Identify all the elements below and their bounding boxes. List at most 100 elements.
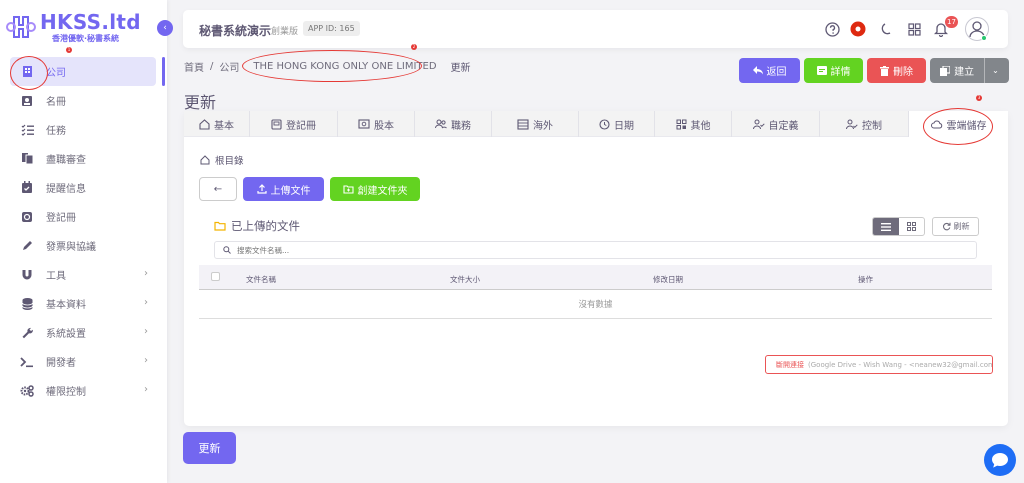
chevron-right-icon: › [144,268,148,279]
clock-icon [599,118,610,130]
tab-other[interactable]: 其他 [655,111,732,137]
tab-custom[interactable]: 自定義 [732,111,820,137]
column-modified-date[interactable]: 修改日期 [653,274,683,285]
tab-label: 日期 [614,120,634,132]
calendar-check-icon [20,181,34,195]
sidebar-item-label: 工具 [46,271,66,282]
sidebar-item-label: 提醒信息 [46,184,86,195]
tab-share-capital[interactable]: 股本 [338,111,415,137]
sidebar: HKSS.ltd 香港優軟·秘書系統 公司 名冊 任務 盡職審查 提醒信息 登記… [0,0,167,483]
sidebar-item-label: 任務 [46,126,66,137]
pen-icon [20,239,34,253]
sidebar-item-label: 登記冊 [46,213,76,224]
tab-label: 職務 [451,120,471,132]
sidebar-item-developer[interactable]: 開發者 › [10,347,156,376]
brand-logo[interactable]: HKSS.ltd 香港優軟·秘書系統 [6,10,141,46]
grid-apps-icon[interactable] [906,21,922,37]
brand-title: HKSS.ltd [40,10,141,34]
storage-toolbar: ← 上傳文件 創建文件夾 [199,177,420,201]
column-actions: 操作 [858,275,873,284]
delete-button[interactable]: 刪除 [867,58,926,83]
tab-label: 海外 [533,120,553,132]
documents-icon [20,152,34,166]
file-table-header: 文件名稱 文件大小 修改日期 操作 [199,265,992,290]
breadcrumb-company[interactable]: 公司 [219,59,239,74]
tab-cloud-storage[interactable]: 雲端儲存 [909,111,1008,137]
file-search-input[interactable] [237,245,937,255]
sidebar-item-due-diligence[interactable]: 盡職審查 [10,144,156,173]
create-folder-button[interactable]: 創建文件夾 [330,177,420,201]
breadcrumb-home[interactable]: 首頁 [184,59,204,74]
notification-badge: 17 [945,16,958,28]
sidebar-item-basic-data[interactable]: 基本資料 › [10,289,156,318]
tab-label: 基本 [214,120,234,132]
magnet-icon [20,268,34,282]
sidebar-item-label: 名冊 [46,97,66,108]
details-button[interactable]: 詳情 [804,58,863,83]
sidebar-item-invoices[interactable]: 發票與協議 [10,231,156,260]
chat-button[interactable] [984,444,1016,476]
refresh-button[interactable]: 刷新 [932,217,979,236]
tab-label: 登記冊 [286,120,316,132]
sidebar-item-tasks[interactable]: 任務 [10,115,156,144]
chevron-right-icon: › [144,384,148,395]
sidebar-item-permissions[interactable]: 權限控制 › [10,376,156,405]
task-list-icon [20,123,34,137]
tab-label: 雲端儲存 [946,120,987,132]
sidebar-nav: 公司 名冊 任務 盡職審查 提醒信息 登記冊 發票與協議 工具 › 基本資料 ›… [10,57,156,405]
sidebar-item-reminders[interactable]: 提醒信息 [10,173,156,202]
tab-dates[interactable]: 日期 [579,111,655,137]
wrench-icon [20,326,34,340]
refresh-icon [942,222,951,231]
moon-icon[interactable] [879,21,895,37]
help-icon[interactable] [824,21,840,37]
tab-label: 其他 [690,120,711,132]
active-indicator [162,57,165,86]
column-file-size[interactable]: 文件大小 [450,274,480,285]
disconnect-button[interactable]: 斷開連接 (Google Drive - Wish Wang - <neanew… [765,355,993,374]
chevron-right-icon: › [144,326,148,337]
tab-register[interactable]: 登記冊 [250,111,338,137]
topbar: 秘書系統演示 創業版 APP ID: 165 17 [183,10,1008,48]
main-card: 基本 登記冊 股本 職務 海外 日期 其他 自定義 控制 雲端儲存 根目錄 ← … [184,111,1008,426]
back-button[interactable]: 返回 [739,58,800,83]
book-icon [271,118,282,130]
select-all-checkbox[interactable] [211,272,220,281]
sidebar-item-label: 開發者 [46,358,76,369]
upload-file-button[interactable]: 上傳文件 [243,177,324,201]
column-file-name[interactable]: 文件名稱 [246,274,276,285]
sidebar-item-members[interactable]: 名冊 [10,86,156,115]
list-view-button[interactable] [873,218,899,235]
back-button-label: 返回 [766,67,787,78]
sidebar-item-company[interactable]: 公司 [10,57,156,86]
tab-control[interactable]: 控制 [820,111,909,137]
annotation-dot-1: 1 [66,47,72,53]
root-directory-label: 根目錄 [215,156,244,167]
page-title: 更新 [184,93,217,112]
hk-flag-icon[interactable] [850,21,866,37]
sidebar-item-tools[interactable]: 工具 › [10,260,156,289]
sidebar-collapse-button[interactable]: ‹ [157,20,173,36]
update-button[interactable]: 更新 [183,432,236,464]
create-button[interactable]: 建立 ⌄ [930,58,1009,83]
uploaded-files-title: 已上傳的文件 [214,218,300,234]
action-buttons: 返回 詳情 刪除 建立 ⌄ [739,58,1009,83]
sidebar-item-system-settings[interactable]: 系統設置 › [10,318,156,347]
tab-positions[interactable]: 職務 [415,111,492,137]
grid-view-button[interactable] [899,218,925,235]
root-directory[interactable]: 根目錄 [200,153,244,167]
tab-overseas[interactable]: 海外 [492,111,579,137]
tab-basic[interactable]: 基本 [184,111,250,137]
chevron-down-icon[interactable]: ⌄ [985,66,999,75]
breadcrumb-entity[interactable]: THE HONG KONG ONLY ONE LIMITED [253,61,436,72]
users-icon [435,119,447,129]
view-toggle [872,217,925,236]
upload-icon [256,184,267,194]
search-icon [223,246,231,254]
tab-label: 自定義 [768,120,799,132]
go-back-button[interactable]: ← [199,177,237,201]
create-button-main[interactable]: 建立 [940,58,986,83]
upload-file-label: 上傳文件 [270,185,311,197]
breadcrumb: 首頁 / 公司 THE HONG KONG ONLY ONE LIMITED 更… [184,59,471,74]
sidebar-item-register[interactable]: 登記冊 [10,202,156,231]
